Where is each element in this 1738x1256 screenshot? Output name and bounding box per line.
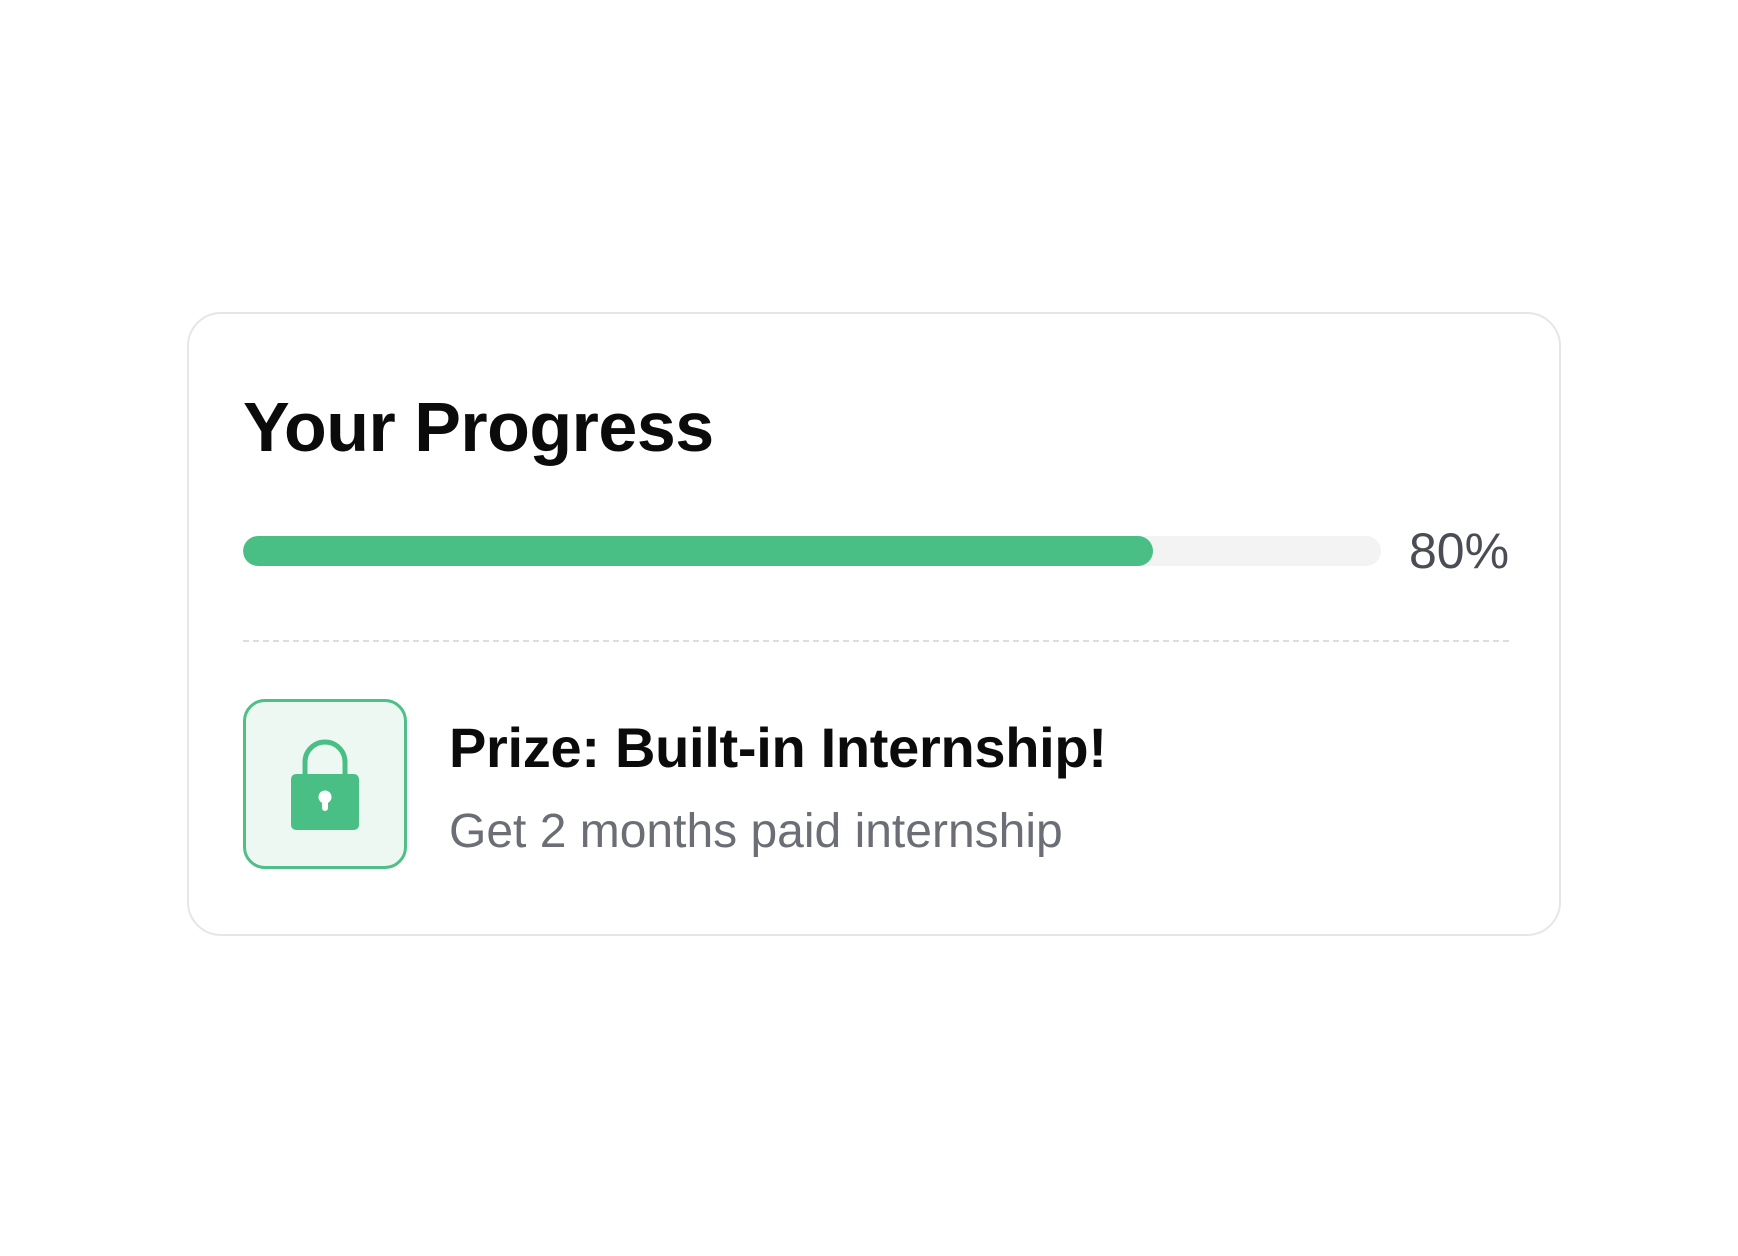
progress-card: Your Progress 80% Prize: Built-in Intern…	[187, 312, 1561, 936]
prize-subtitle: Get 2 months paid internship	[449, 805, 1063, 858]
progress-percent: 80%	[1409, 523, 1510, 579]
prize-icon-box	[243, 699, 407, 869]
card-title: Your Progress	[243, 388, 714, 466]
progress-bar-fill	[243, 536, 1154, 566]
progress-bar	[243, 536, 1381, 566]
divider	[243, 640, 1509, 642]
prize-title: Prize: Built-in Internship!	[449, 716, 1107, 779]
lock-icon	[291, 739, 359, 830]
